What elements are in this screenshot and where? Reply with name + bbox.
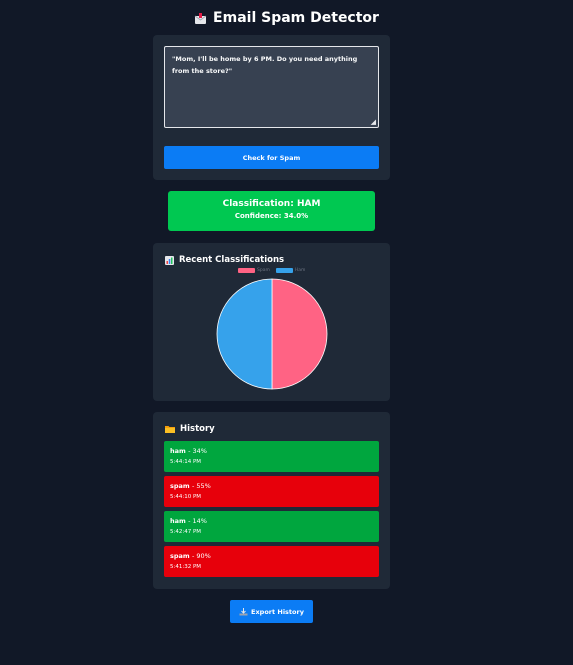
check-spam-button[interactable]: Check for Spam (164, 146, 379, 169)
history-item-label: spam - 55% (170, 482, 211, 490)
pie-slice-ham[interactable] (216, 278, 273, 390)
history-item-time: 5:42:47 PM (170, 529, 202, 535)
history-title: History (165, 424, 215, 434)
message-text: "Mom, I'll be home by 6 PM. Do you need … (172, 55, 358, 75)
legend-item-spam[interactable]: Spam (238, 268, 270, 273)
legend-swatch-spam (238, 268, 255, 273)
legend-label-ham: Ham (294, 268, 306, 273)
chart-card: Recent Classifications Spam Ham (153, 243, 390, 401)
history-item-label: ham - 14% (170, 517, 207, 525)
history-item-time: 5:41:32 PM (170, 564, 202, 570)
page-title: Email Spam Detector (0, 10, 573, 26)
pie-chart (216, 278, 328, 390)
history-item[interactable]: ham - 14% 5:42:47 PM (164, 511, 379, 542)
mail-inbox-icon (194, 12, 207, 25)
legend-swatch-ham (275, 268, 293, 273)
folder-icon (165, 425, 175, 433)
chart-title: Recent Classifications (165, 255, 284, 265)
input-card: "Mom, I'll be home by 6 PM. Do you need … (153, 35, 390, 180)
history-item[interactable]: spam - 90% 5:41:32 PM (164, 546, 379, 577)
history-item-label: ham - 34% (170, 447, 207, 455)
message-textarea[interactable]: "Mom, I'll be home by 6 PM. Do you need … (164, 46, 379, 128)
history-card: History ham - 34% 5:44:14 PM spam - 55% … (153, 412, 390, 589)
history-item-time: 5:44:14 PM (170, 459, 202, 465)
page-title-text: Email Spam Detector (213, 10, 379, 26)
export-history-button[interactable]: Export History (230, 600, 313, 623)
export-history-label: Export History (251, 607, 304, 616)
confidence-label: Confidence: 34.0% (234, 212, 309, 220)
legend-label-spam: Spam (257, 268, 270, 273)
classification-result: Classification: HAM Confidence: 34.0% (168, 191, 375, 231)
history-item[interactable]: ham - 34% 5:44:14 PM (164, 441, 379, 472)
export-tray-icon (239, 607, 248, 616)
history-item-time: 5:44:10 PM (170, 494, 202, 500)
history-title-text: History (180, 424, 215, 434)
history-item[interactable]: spam - 55% 5:44:10 PM (164, 476, 379, 507)
bar-chart-icon (165, 255, 174, 265)
history-item-label: spam - 90% (170, 552, 211, 560)
classification-label: Classification: HAM (222, 199, 321, 209)
pie-slice-spam[interactable] (271, 278, 328, 390)
legend-item-ham[interactable]: Ham (275, 268, 306, 273)
resize-handle-icon[interactable]: ◢ (371, 119, 376, 126)
chart-legend: Spam Ham (238, 268, 305, 273)
chart-title-text: Recent Classifications (179, 255, 285, 265)
